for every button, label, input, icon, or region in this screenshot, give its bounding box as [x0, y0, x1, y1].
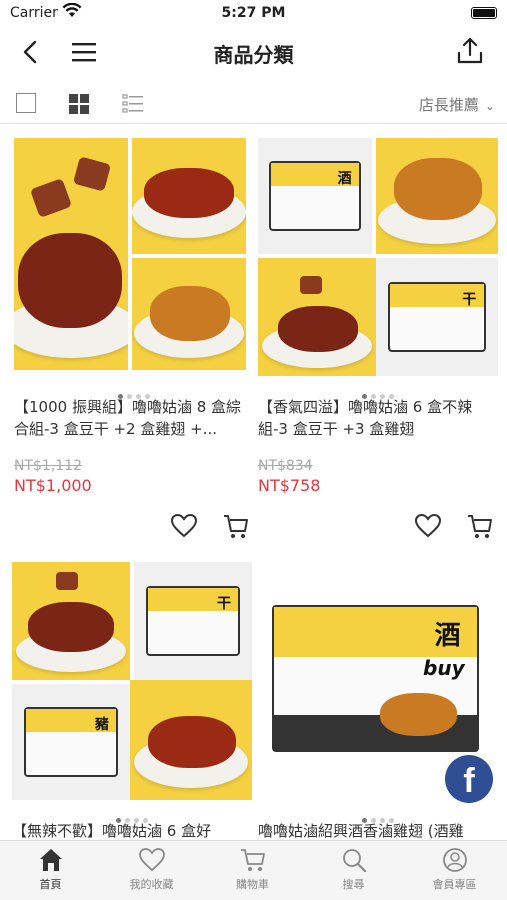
cart-icon[interactable] [466, 512, 494, 540]
view-toolbar: 店長推薦 ⌄ [0, 84, 507, 124]
product-card[interactable]: 【1000 振興組】嚕嚕姑滷 8 盒綜合組-3 盒豆干 +2 盒雞翅 +... … [14, 138, 254, 538]
carousel-dots [12, 802, 252, 823]
battery-icon [471, 7, 497, 19]
product-card[interactable]: 酒 buy 嚕嚕姑滷紹興酒香滷雞翅 (酒雞 [258, 562, 498, 864]
box-text: 豬 [94, 717, 109, 734]
original-price: NT$834 [258, 458, 313, 474]
tab-favorites[interactable]: 我的收藏 [101, 847, 202, 892]
tab-label: 購物車 [236, 878, 269, 891]
product-name[interactable]: 【香氣四溢】嚕嚕姑滷 6 盒不辣組-3 盒豆干 +3 盒雞翅 [258, 396, 498, 440]
sort-dropdown[interactable]: 店長推薦 ⌄ [419, 94, 495, 115]
box-photo: 干 [134, 562, 252, 680]
wing-photo [376, 138, 498, 254]
home-icon [39, 849, 62, 871]
box-text: buy [423, 655, 465, 680]
sale-price: NT$1,000 [14, 476, 92, 495]
product-name[interactable]: 【1000 振興組】嚕嚕姑滷 8 盒綜合組-3 盒豆干 +2 盒雞翅 +... [14, 396, 254, 440]
nav-bar: 商品分類 [0, 28, 507, 76]
tab-search[interactable]: 搜尋 [303, 847, 404, 892]
facebook-icon: f [463, 762, 475, 800]
chevron-down-icon: ⌄ [484, 99, 495, 113]
user-icon [442, 848, 467, 872]
box-text: 干 [216, 595, 231, 612]
tab-label: 我的收藏 [129, 878, 174, 891]
box-text: 酒 [337, 171, 352, 188]
tab-cart[interactable]: 購物車 [202, 847, 303, 892]
tab-home[interactable]: 首頁 [0, 847, 101, 892]
tab-label: 搜尋 [342, 878, 365, 891]
tab-bar: 首頁 我的收藏 購物車 搜尋 會員專區 [0, 840, 507, 900]
sort-label: 店長推薦 [418, 96, 479, 114]
tofu-photo [12, 562, 130, 680]
sale-price: NT$758 [258, 476, 321, 495]
wing-photo [132, 258, 246, 370]
carousel-dots [258, 378, 498, 399]
cart-icon[interactable] [222, 512, 250, 540]
tofu-photo [258, 258, 376, 376]
card-actions [414, 512, 494, 542]
page-title: 商品分類 [213, 43, 294, 67]
share-icon[interactable] [455, 36, 485, 66]
status-time: 5:27 PM [221, 5, 286, 21]
cart-icon [240, 849, 265, 871]
box-photo: 干 [376, 258, 498, 376]
product-card[interactable]: 酒 干 【香氣四溢】嚕嚕姑滷 6 盒不辣組-3 盒豆干 +3 盒雞翅 NT$83… [258, 138, 498, 538]
box-photo: 豬 [12, 684, 130, 800]
box-photo: 酒 [258, 138, 372, 254]
card-actions [170, 512, 250, 542]
heart-icon[interactable] [170, 512, 198, 540]
facebook-button[interactable]: f [445, 755, 493, 803]
status-bar: Carrier 5:27 PM [0, 0, 507, 28]
heart-icon [138, 848, 165, 872]
product-image[interactable]: 酒 干 [258, 138, 498, 378]
product-image[interactable]: 干 豬 [12, 562, 252, 802]
box-text: 干 [462, 291, 477, 308]
tab-label: 會員專區 [432, 878, 477, 891]
carousel-dots [258, 802, 498, 823]
chicken-photo [132, 138, 246, 254]
product-card[interactable]: 干 豬 【無辣不歡】嚕嚕姑滷 6 盒好 [12, 562, 252, 864]
product-image[interactable] [14, 138, 254, 378]
tofu-photo [14, 138, 128, 370]
single-view-icon[interactable] [16, 93, 36, 113]
list-view-icon[interactable] [122, 93, 144, 115]
tab-member[interactable]: 會員專區 [404, 847, 505, 892]
grid-view-icon[interactable] [68, 93, 90, 115]
box-text: 酒 [434, 621, 461, 652]
heart-icon[interactable] [414, 512, 442, 540]
chicken-photo [130, 680, 252, 800]
tab-label: 首頁 [39, 878, 62, 891]
screen: Carrier 5:27 PM 商品分類 店長推薦 ⌄ 【1000 振興組】嚕嚕… [0, 0, 507, 900]
original-price: NT$1,112 [14, 458, 83, 474]
search-icon [342, 849, 366, 872]
carousel-dots [14, 378, 254, 399]
